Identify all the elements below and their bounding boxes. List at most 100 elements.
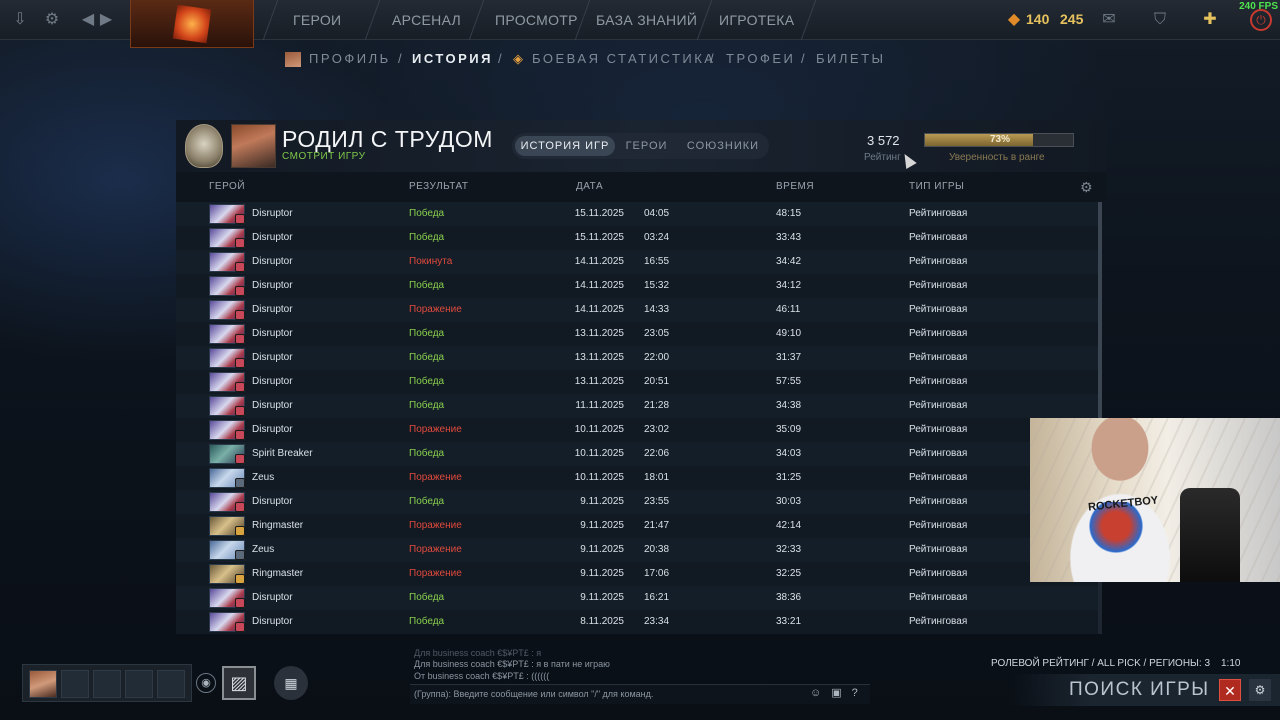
- match-duration: 33:21: [776, 616, 802, 627]
- find-match-label[interactable]: ПОИСК ИГРЫ: [1069, 679, 1210, 701]
- scrollbar-thumb[interactable]: [1098, 202, 1102, 418]
- table-row[interactable]: Disruptor Победа 14.11.2025 15:32 34:12 Рейти…: [176, 274, 1098, 298]
- table-settings-gear-icon[interactable]: ⚙: [1080, 179, 1093, 196]
- shards-count[interactable]: 140: [1026, 11, 1049, 27]
- table-row[interactable]: Disruptor Победа 13.11.2025 20:51 57:55 Рейти…: [176, 370, 1098, 394]
- plus-points-count[interactable]: 245: [1060, 11, 1083, 27]
- rating-label: Рейтинг: [864, 152, 901, 163]
- subnav-separator: /: [801, 51, 808, 66]
- game-type: Рейтинговая: [909, 256, 968, 267]
- nav-watch[interactable]: ПРОСМОТР: [495, 12, 578, 28]
- hero-name: Ringmaster: [252, 520, 304, 531]
- column-game-type[interactable]: ТИП ИГРЫ: [909, 181, 964, 192]
- column-result[interactable]: РЕЗУЛЬТАТ: [409, 181, 468, 192]
- game-type: Рейтинговая: [909, 232, 968, 243]
- table-row[interactable]: Spirit Breaker Победа 10.11.2025 22:06 34:03…: [176, 442, 1098, 466]
- table-row[interactable]: Disruptor Победа 15.11.2025 03:24 33:43 Рейти…: [176, 226, 1098, 250]
- tab-match-history[interactable]: ИСТОРИЯ ИГР: [515, 136, 615, 156]
- table-row[interactable]: Ringmaster Поражение 9.11.2025 17:06 32:25 Ре…: [176, 562, 1098, 586]
- subnav-combat-stats[interactable]: БОЕВАЯ СТАТИСТИКА: [532, 51, 715, 66]
- match-time: 16:55: [644, 256, 670, 267]
- table-row[interactable]: Disruptor Победа 13.11.2025 22:00 31:37 Рейти…: [176, 346, 1098, 370]
- game-type: Рейтинговая: [909, 304, 968, 315]
- chat-message: Для business coach €$¥PT£ : я: [414, 648, 541, 658]
- table-row[interactable]: Disruptor Победа 9.11.2025 16:21 38:36 Рейтин…: [176, 586, 1098, 610]
- search-settings-icon[interactable]: ⚙: [1249, 679, 1271, 701]
- table-row[interactable]: Disruptor Победа 15.11.2025 04:05 48:15 Рейти…: [176, 202, 1098, 226]
- subnav-trophies[interactable]: ТРОФЕИ: [726, 51, 795, 66]
- help-icon[interactable]: ?: [852, 687, 868, 699]
- table-row[interactable]: Disruptor Победа 11.11.2025 21:28 34:38 Рейти…: [176, 394, 1098, 418]
- voice-chat-icon[interactable]: ◉: [196, 673, 216, 693]
- dota-plus-button[interactable]: ▨: [222, 666, 256, 700]
- table-row[interactable]: Disruptor Поражение 14.11.2025 14:33 46:11 Ре…: [176, 298, 1098, 322]
- rank-medal-icon[interactable]: [185, 124, 223, 168]
- table-row[interactable]: Disruptor Поражение 10.11.2025 23:02 35:09 Ре…: [176, 418, 1098, 442]
- match-result: Победа: [409, 400, 445, 411]
- match-result: Победа: [409, 592, 445, 603]
- game-type: Рейтинговая: [909, 424, 968, 435]
- hero-name: Disruptor: [252, 208, 293, 219]
- match-date: 11.11.2025: [575, 400, 624, 411]
- match-result: Победа: [409, 208, 445, 219]
- chat-message-prefix: От: [414, 671, 426, 681]
- match-time: 21:47: [644, 520, 670, 531]
- table-row[interactable]: Disruptor Покинута 14.11.2025 16:55 34:42 Рей…: [176, 250, 1098, 274]
- column-duration[interactable]: ВРЕМЯ: [776, 181, 814, 192]
- subnav-history[interactable]: ИСТОРИЯ: [412, 51, 493, 66]
- nav-armory[interactable]: АРСЕНАЛ: [392, 12, 461, 28]
- tab-heroes[interactable]: ГЕРОИ: [624, 133, 669, 159]
- match-result: Поражение: [409, 568, 462, 579]
- match-result: Победа: [409, 352, 445, 363]
- game-type: Рейтинговая: [909, 376, 968, 387]
- party-slot-empty[interactable]: [93, 670, 121, 698]
- game-type: Рейтинговая: [909, 352, 968, 363]
- subnav-profile[interactable]: ПРОФИЛЬ: [309, 51, 391, 66]
- dota-plus-icon[interactable]: ✚: [1200, 10, 1220, 30]
- match-date: 14.11.2025: [574, 280, 624, 291]
- chat-icon[interactable]: ✉: [1096, 10, 1122, 30]
- column-hero[interactable]: ГЕРОЙ: [209, 181, 245, 192]
- column-date[interactable]: ДАТА: [576, 181, 603, 192]
- back-arrow-icon[interactable]: ◀: [78, 10, 98, 30]
- party-slot-self-avatar[interactable]: [29, 670, 57, 698]
- match-time: 16:21: [644, 592, 670, 603]
- match-time: 17:06: [644, 568, 670, 579]
- party-slot-empty[interactable]: [125, 670, 153, 698]
- avatar[interactable]: [231, 124, 276, 168]
- table-row[interactable]: Ringmaster Поражение 9.11.2025 21:47 42:14 Ре…: [176, 514, 1098, 538]
- chat-wheel-icon[interactable]: ▣: [831, 687, 851, 699]
- table-row[interactable]: Disruptor Победа 8.11.2025 23:34 33:21 Рейтин…: [176, 610, 1098, 634]
- nav-arcade[interactable]: ИГРОТЕКА: [719, 12, 794, 28]
- chat-channels-icon[interactable]: ▦: [274, 666, 308, 700]
- table-row[interactable]: Zeus Поражение 10.11.2025 18:01 31:25 Рейтинг…: [176, 466, 1098, 490]
- hero-name: Ringmaster: [252, 568, 304, 579]
- gear-icon[interactable]: ⚙: [42, 10, 62, 30]
- chat-input[interactable]: (Группа): Введите сообщение или символ "…: [410, 684, 870, 704]
- forward-arrow-icon[interactable]: ▶: [96, 10, 116, 30]
- dota-logo-icon: [172, 4, 212, 43]
- tab-allies[interactable]: СОЮЗНИКИ: [684, 133, 762, 159]
- table-row[interactable]: Disruptor Победа 9.11.2025 23:55 30:03 Рейтин…: [176, 490, 1098, 514]
- shards-icon: ◆: [1007, 11, 1021, 28]
- webcam-overlay: ROCKETBOY: [1030, 418, 1280, 582]
- party-bar: [22, 664, 192, 702]
- chat-message-text: business coach €$¥PT£ : я: [432, 648, 542, 658]
- emoji-icon[interactable]: ☺: [810, 687, 831, 699]
- party-slot-empty[interactable]: [157, 670, 185, 698]
- hero-name: Disruptor: [252, 592, 293, 603]
- cancel-search-button[interactable]: ✕: [1219, 679, 1241, 701]
- power-icon[interactable]: ⏻: [1250, 9, 1272, 31]
- match-date: 13.11.2025: [574, 328, 624, 339]
- role-badge-icon: [235, 550, 245, 560]
- nav-heroes[interactable]: ГЕРОИ: [293, 12, 341, 28]
- party-slot-empty[interactable]: [61, 670, 89, 698]
- table-row[interactable]: Disruptor Победа 13.11.2025 23:05 49:10 Рейти…: [176, 322, 1098, 346]
- dota-logo-button[interactable]: [130, 0, 254, 48]
- table-row[interactable]: Zeus Поражение 9.11.2025 20:38 32:33 Рейтинго…: [176, 538, 1098, 562]
- nav-learn[interactable]: БАЗА ЗНАНИЙ: [596, 12, 697, 28]
- matchmaking-timer: 1:10: [1221, 658, 1241, 669]
- collapse-icon[interactable]: ⇩: [10, 10, 30, 30]
- subnav-tickets[interactable]: БИЛЕТЫ: [816, 51, 886, 66]
- inventory-icon[interactable]: ⛉: [1150, 10, 1170, 30]
